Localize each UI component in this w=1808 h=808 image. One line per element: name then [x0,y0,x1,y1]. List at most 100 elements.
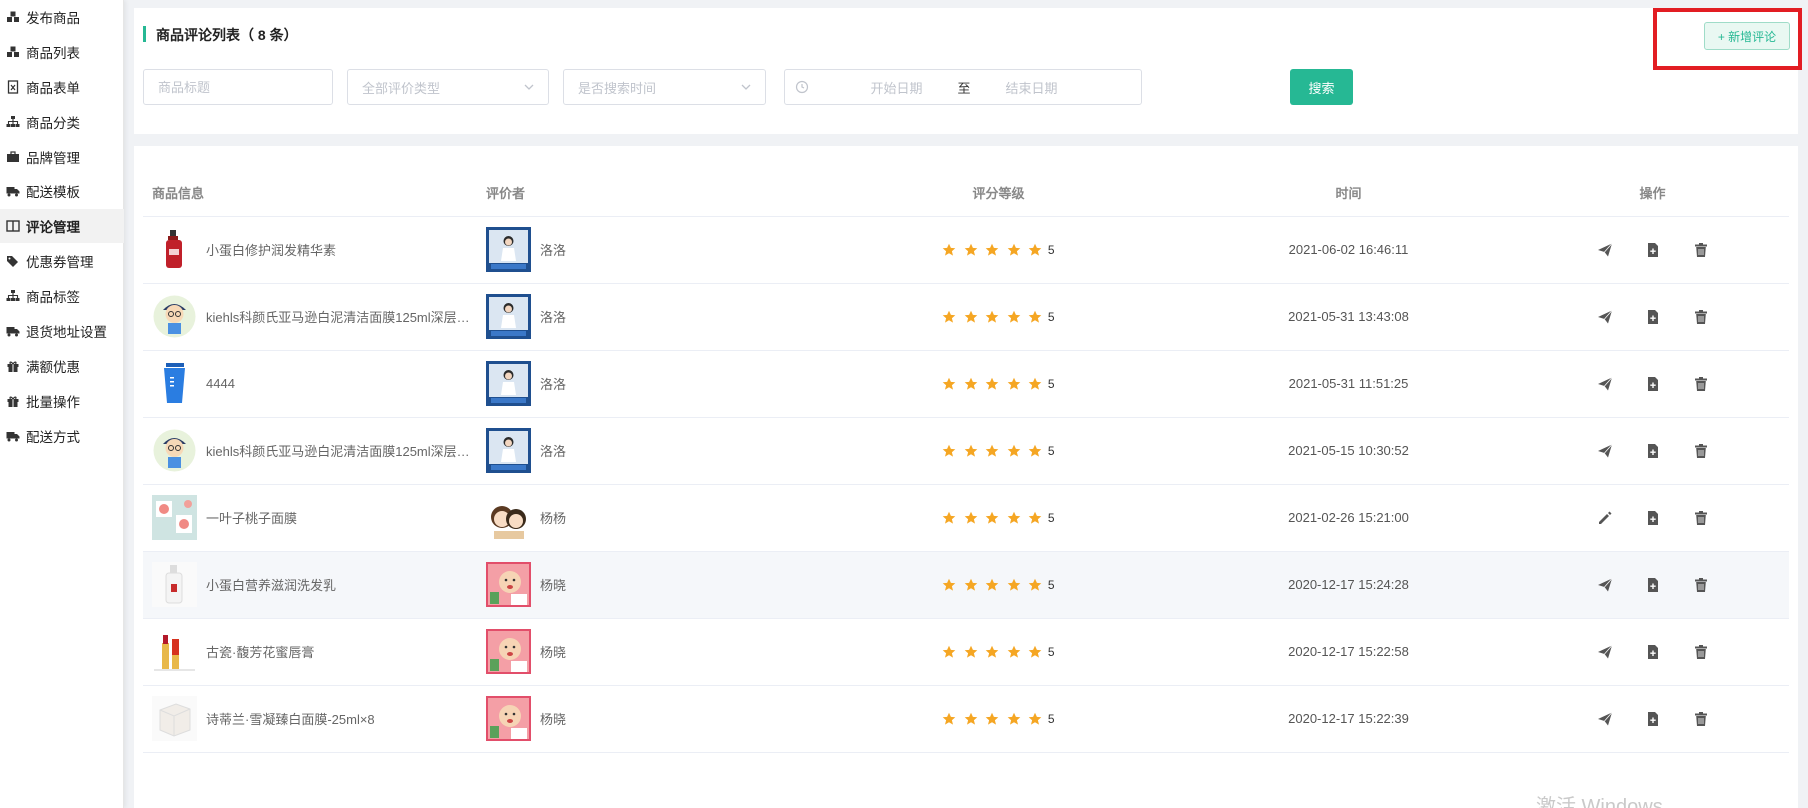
file-add-icon[interactable] [1645,242,1661,258]
sidebar-item-label: 批量操作 [26,395,80,410]
file-add-icon[interactable] [1645,376,1661,392]
product-title-input[interactable] [143,69,333,105]
sidebar-item-1[interactable]: 商品列表 [0,35,124,69]
edit-icon[interactable] [1597,510,1613,526]
sidebar-item-label: 配送方式 [26,430,80,445]
reviewer-info: 杨晓 [486,696,816,741]
end-date-placeholder[interactable]: 结束日期 [984,78,1079,97]
file-add-icon[interactable] [1645,443,1661,459]
highlight-box [1653,8,1802,70]
ops-cell [1516,685,1789,753]
product-name[interactable]: kiehls科颜氏亚马逊白泥清洁面膜125ml深层清洁 [206,307,476,326]
reviewer-info: 洛洛 [486,428,816,473]
reviewer-name: 洛洛 [540,444,567,459]
send-icon[interactable] [1597,309,1613,325]
windows-watermark: 激活 Windows [1536,796,1663,808]
star-icon [964,310,978,324]
product-title-field[interactable] [158,79,332,95]
send-icon[interactable] [1597,644,1613,660]
file-add-icon[interactable] [1645,644,1661,660]
reviewer-name: 洛洛 [540,243,567,258]
product-name[interactable]: 4444 [206,376,235,391]
sidebar-item-2[interactable]: 商品表单 [0,70,124,104]
trash-icon[interactable] [1693,577,1709,593]
send-icon[interactable] [1597,242,1613,258]
product-name[interactable]: 小蛋白营养滋润洗发乳 [206,575,336,594]
ops-cell [1516,618,1789,686]
send-icon[interactable] [1597,376,1613,392]
rating-cell: 5 [816,350,1181,418]
review-time: 2020-12-17 15:22:58 [1181,618,1516,686]
send-icon[interactable] [1597,711,1613,727]
sidebar-item-10[interactable]: 满额优惠 [0,349,124,383]
sidebar-item-6[interactable]: 评论管理 [0,209,124,243]
sidebar-item-9[interactable]: 退货地址设置 [0,314,124,348]
product-name[interactable]: kiehls科颜氏亚马逊白泥清洁面膜125ml深层清洁 [206,441,476,460]
start-date-placeholder[interactable]: 开始日期 [849,78,944,97]
star-icon [942,444,956,458]
file-add-icon[interactable] [1645,510,1661,526]
row-actions [1516,443,1789,459]
avatar [486,696,531,741]
sidebar-item-label: 商品标签 [26,290,80,305]
product-info: 一叶子桃子面膜 [152,495,486,540]
star-icon [1028,578,1042,592]
sidebar-item-0[interactable]: 发布商品 [0,0,124,34]
product-info: kiehls科颜氏亚马逊白泥清洁面膜125ml深层清洁 [152,294,486,339]
gift-icon [6,394,20,408]
sidebar-item-label: 退货地址设置 [26,325,107,340]
trash-icon[interactable] [1693,376,1709,392]
sidebar-item-label: 优惠券管理 [26,255,94,270]
time-search-select[interactable]: 是否搜索时间 [563,69,766,105]
avatar [486,562,531,607]
reviewer-name: 杨晓 [540,712,567,727]
send-icon[interactable] [1597,577,1613,593]
sidebar-item-7[interactable]: 优惠券管理 [0,244,124,278]
file-add-icon[interactable] [1645,577,1661,593]
star-icon [985,310,999,324]
trash-icon[interactable] [1693,242,1709,258]
sitemap-icon [6,115,20,129]
header-rating: 评分等级 [816,170,1181,217]
rating-cell: 5 [816,283,1181,351]
product-name[interactable]: 诗蒂兰·雪凝臻白面膜-25ml×8 [206,709,375,728]
review-time: 2021-05-15 10:30:52 [1181,417,1516,485]
table-row: 4444 洛洛 5 2021-05-31 11:51:25 [143,350,1789,418]
search-button[interactable]: 搜索 [1290,69,1353,105]
trash-icon[interactable] [1693,309,1709,325]
reviewer-name: 洛洛 [540,310,567,325]
sidebar-item-12[interactable]: 配送方式 [0,419,124,453]
reviewer-cell: 洛洛 [486,216,816,284]
sidebar-item-11[interactable]: 批量操作 [0,384,124,418]
sidebar-item-5[interactable]: 配送模板 [0,174,124,208]
avatar [486,361,531,406]
row-actions [1516,644,1789,660]
file-add-icon[interactable] [1645,309,1661,325]
product-name[interactable]: 小蛋白修护润发精华素 [206,240,336,259]
trash-icon[interactable] [1693,711,1709,727]
file-add-icon[interactable] [1645,711,1661,727]
sidebar-item-4[interactable]: 品牌管理 [0,140,124,174]
star-icon [985,712,999,726]
star-icon [985,377,999,391]
send-icon[interactable] [1597,443,1613,459]
rating-cell: 5 [816,618,1181,686]
table-row: kiehls科颜氏亚马逊白泥清洁面膜125ml深层清洁 洛洛 5 2021-05-15… [143,417,1789,485]
reviewer-cell: 洛洛 [486,417,816,485]
gift-icon [6,359,20,373]
sidebar-item-3[interactable]: 商品分类 [0,105,124,139]
row-actions [1516,242,1789,258]
review-type-select[interactable]: 全部评价类型 [347,69,549,105]
product-info: 4444 [152,361,486,406]
star-icon [942,511,956,525]
truck-icon [6,324,20,338]
trash-icon[interactable] [1693,510,1709,526]
trash-icon[interactable] [1693,644,1709,660]
date-range-picker[interactable]: 开始日期 至 结束日期 [784,69,1142,105]
sidebar-item-8[interactable]: 商品标签 [0,279,124,313]
review-time: 2021-02-26 15:21:00 [1181,484,1516,552]
rating-cell: 5 [816,551,1181,619]
product-name[interactable]: 一叶子桃子面膜 [206,508,297,527]
product-name[interactable]: 古瓷·馥芳花蜜唇膏 [206,642,314,661]
trash-icon[interactable] [1693,443,1709,459]
